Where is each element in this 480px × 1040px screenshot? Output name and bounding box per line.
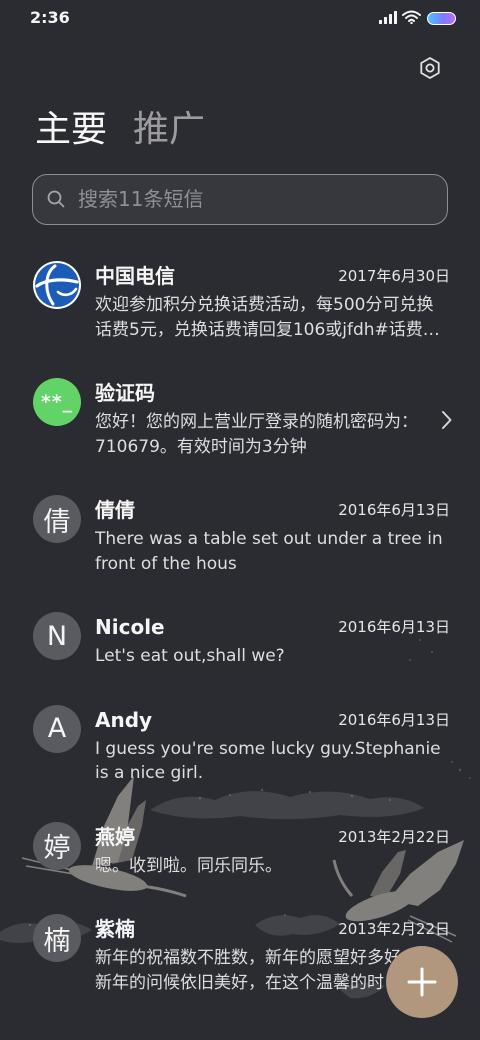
message-preview-line: 您好！您的网上营业厅登录的随机密码为： (95, 412, 418, 432)
message-preview-line: There was a table set out under a tree i… (95, 529, 443, 549)
row-header: Nicole 2016年6月13日 (95, 615, 450, 639)
message-preview-line: 欢迎参加积分兑换话费活动，每500分可兑换 (95, 295, 434, 315)
row-header: 验证码 (95, 381, 450, 405)
chevron-right-icon[interactable] (441, 410, 453, 430)
message-preview: There was a table set out under a tree i… (95, 527, 450, 576)
contact-name: Nicole (95, 615, 165, 639)
message-preview: Let's eat out,shall we? (95, 644, 450, 669)
message-date: 2016年6月13日 (338, 710, 450, 729)
message-date: 2016年6月13日 (338, 501, 450, 519)
new-message-button[interactable] (386, 946, 458, 1018)
message-preview: I guess you're some lucky guy.Stephanie i… (95, 737, 450, 786)
search-input[interactable]: 搜索11条短信 (32, 174, 448, 225)
china-telecom-logo (33, 261, 81, 309)
row-header: 紫楠 2013年2月22日 (95, 917, 450, 941)
message-date: 2016年6月13日 (338, 618, 450, 636)
contact-avatar: N (33, 612, 81, 660)
gear-icon[interactable] (418, 56, 442, 80)
message-date: 2013年2月22日 (338, 827, 450, 846)
contact-avatar: **_ (33, 378, 81, 426)
contact-name: 倩倩 (95, 498, 135, 522)
message-date: 2017年6月30日 (338, 267, 450, 285)
wifi-icon (402, 10, 421, 24)
contact-name: 验证码 (95, 381, 155, 405)
status-time: 2:36 (30, 8, 70, 27)
message-preview-line: 710679。有效时间为3分钟 (95, 436, 307, 457)
conversation-row[interactable]: N Nicole 2016年6月13日 Let's eat out,shall we? (0, 607, 480, 700)
contact-avatar: 婷 (33, 821, 81, 870)
conversation-row[interactable]: 婷燕婷 2013年2月22日嗯。收到啦。同乐同乐。 (0, 817, 480, 910)
conversation-row[interactable]: 倩倩倩 2016年6月13日 There was a table set out u… (0, 490, 480, 607)
conversation-row[interactable]: 中国电信 2017年6月30日欢迎参加积分兑换话费活动，每500分可兑换 话费5元，… (0, 256, 480, 373)
search-placeholder: 搜索11条短信 (78, 187, 204, 211)
signal-icon (379, 11, 397, 24)
message-preview: 您好！您的网上营业厅登录的随机密码为： 710679。有效时间为3分钟 (95, 410, 450, 459)
search-icon (47, 190, 65, 208)
message-preview: 欢迎参加积分兑换话费活动，每500分可兑换 话费5元，兑换话费请回复106或jfd… (95, 293, 450, 342)
message-preview-line: Let's eat out,shall we? (95, 646, 285, 666)
tab-promotions[interactable]: 推广 (133, 108, 205, 152)
row-header: 中国电信 2017年6月30日 (95, 264, 450, 288)
message-date: 2013年2月22日 (338, 920, 450, 938)
message-preview-line: 话费5元，兑换话费请回复106或jfdh#话费… (95, 319, 440, 340)
row-header: Andy 2016年6月13日 (95, 708, 450, 732)
row-header: 燕婷 2013年2月22日 (95, 825, 450, 849)
message-preview-line: I guess you're some lucky guy.Stephanie (95, 738, 441, 759)
conversation-list: 中国电信 2017年6月30日欢迎参加积分兑换话费活动，每500分可兑换 话费5元，… (0, 256, 480, 1026)
contact-name: 紫楠 (95, 917, 135, 941)
contact-name: 中国电信 (95, 264, 175, 288)
message-preview-line: front of the hous (95, 553, 237, 574)
status-bar: 2:36 (0, 0, 480, 36)
row-header: 倩倩 2016年6月13日 (95, 498, 450, 522)
contact-name: Andy (95, 707, 153, 732)
contact-avatar: A (33, 704, 81, 753)
tab-primary[interactable]: 主要 (35, 108, 107, 152)
conversation-row[interactable]: A Andy 2016年6月13日 I guess you're some lucky… (0, 700, 480, 817)
battery-icon (427, 12, 456, 25)
conversation-row[interactable]: **_ 验证码您好！您的网上营业厅登录的随机密码为： 710679。有效时间为3分钟 (0, 373, 480, 490)
message-preview: 嗯。收到啦。同乐同乐。 (95, 854, 450, 879)
contact-avatar: 楠 (33, 914, 81, 962)
message-preview-line: 嗯。收到啦。同乐同乐。 (95, 855, 282, 876)
plus-icon (407, 967, 437, 997)
contact-name: 燕婷 (95, 824, 135, 849)
contact-avatar: 倩 (33, 495, 81, 543)
message-preview-line: is a nice girl. (95, 763, 204, 783)
